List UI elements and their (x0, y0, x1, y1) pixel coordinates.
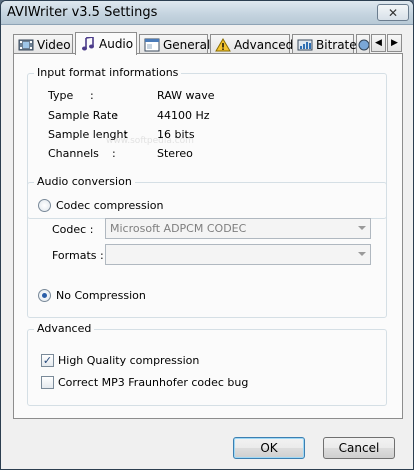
cancel-button-label: Cancel (338, 441, 380, 455)
music-note-icon (80, 36, 96, 51)
warning-icon (215, 37, 231, 52)
mp3-bug-checkbox[interactable] (41, 376, 54, 389)
codec-select[interactable]: Microsoft ADPCM CODEC (105, 218, 371, 239)
type-sep: : (90, 89, 94, 102)
advanced-group: Advanced ✓ High Quality compression Corr… (27, 322, 387, 406)
tab-video[interactable]: Video (13, 34, 73, 54)
sample-length-value: 16 bits (157, 128, 195, 141)
high-quality-checkbox[interactable]: ✓ (41, 354, 54, 367)
title-bar[interactable]: AVIWriter v3.5 Settings ✕ (1, 1, 413, 25)
settings-window: AVIWriter v3.5 Settings ✕ Video Audio Ge… (0, 0, 414, 470)
tab-scroll-right-button[interactable]: ▶ (387, 34, 402, 52)
close-icon: ✕ (387, 5, 399, 20)
sample-length-label: Sample lenght (48, 128, 128, 141)
tab-bitrate-label: Bitrate (316, 37, 357, 52)
chevron-left-icon: ◀ (375, 38, 382, 48)
codec-compression-label[interactable]: Codec compression (56, 199, 163, 212)
tab-video-label: Video (37, 37, 71, 52)
tab-audio-label: Audio (99, 37, 134, 51)
tab-bitrate[interactable]: Bitrate (292, 34, 357, 54)
no-compression-radio[interactable] (38, 289, 51, 302)
audio-tab-panel: www.softpedia.com Input format informati… (13, 53, 403, 419)
sample-rate-label: Sample Rate (48, 109, 118, 122)
bitrate-icon (297, 38, 313, 52)
type-value: RAW wave (157, 89, 215, 102)
channels-label: Channels (48, 147, 99, 160)
ok-button[interactable]: OK (233, 437, 305, 459)
input-format-group-title: Input format informations (34, 66, 182, 79)
channels-sep: : (112, 147, 116, 160)
tab-general[interactable]: General (139, 34, 211, 54)
codec-select-value: Microsoft ADPCM CODEC (110, 222, 247, 235)
formats-label: Formats : (52, 249, 104, 262)
ok-button-label: OK (260, 441, 278, 455)
channels-value: Stereo (157, 147, 193, 160)
codec-compression-radio[interactable] (38, 199, 51, 212)
sample-rate-sep: : (114, 109, 118, 122)
audio-conversion-group: Audio conversion Codec compression Codec… (27, 175, 387, 318)
tab-general-label: General (163, 37, 211, 52)
chevron-right-icon: ▶ (391, 38, 398, 48)
type-label: Type (48, 89, 74, 102)
tab-advanced[interactable]: Advanced (210, 34, 294, 54)
cancel-button[interactable]: Cancel (323, 437, 395, 459)
no-compression-label[interactable]: No Compression (56, 289, 146, 302)
tab-overflow[interactable] (356, 34, 370, 54)
window-icon (144, 38, 160, 52)
sample-length-sep: : (124, 128, 128, 141)
tab-audio[interactable]: Audio (75, 32, 137, 55)
tab-advanced-label: Advanced (234, 37, 294, 52)
formats-select[interactable] (105, 244, 371, 265)
tab-overflow-icon (357, 38, 370, 52)
advanced-group-title: Advanced (34, 322, 95, 335)
mp3-bug-label[interactable]: Correct MP3 Fraunhofer codec bug (58, 376, 248, 389)
high-quality-label[interactable]: High Quality compression (58, 354, 199, 367)
window-title: AVIWriter v3.5 Settings (7, 5, 158, 20)
film-icon (18, 38, 34, 52)
close-button[interactable]: ✕ (377, 4, 409, 21)
chevron-down-icon (358, 252, 366, 256)
codec-label: Codec : (52, 223, 94, 236)
tab-scroll-left-button[interactable]: ◀ (371, 34, 386, 52)
chevron-down-icon (358, 226, 366, 230)
audio-conversion-group-title: Audio conversion (34, 175, 135, 188)
tab-strip: Video Audio General Advanced Bitrate ◀ ▶ (13, 32, 403, 55)
sample-rate-value: 44100 Hz (157, 109, 210, 122)
